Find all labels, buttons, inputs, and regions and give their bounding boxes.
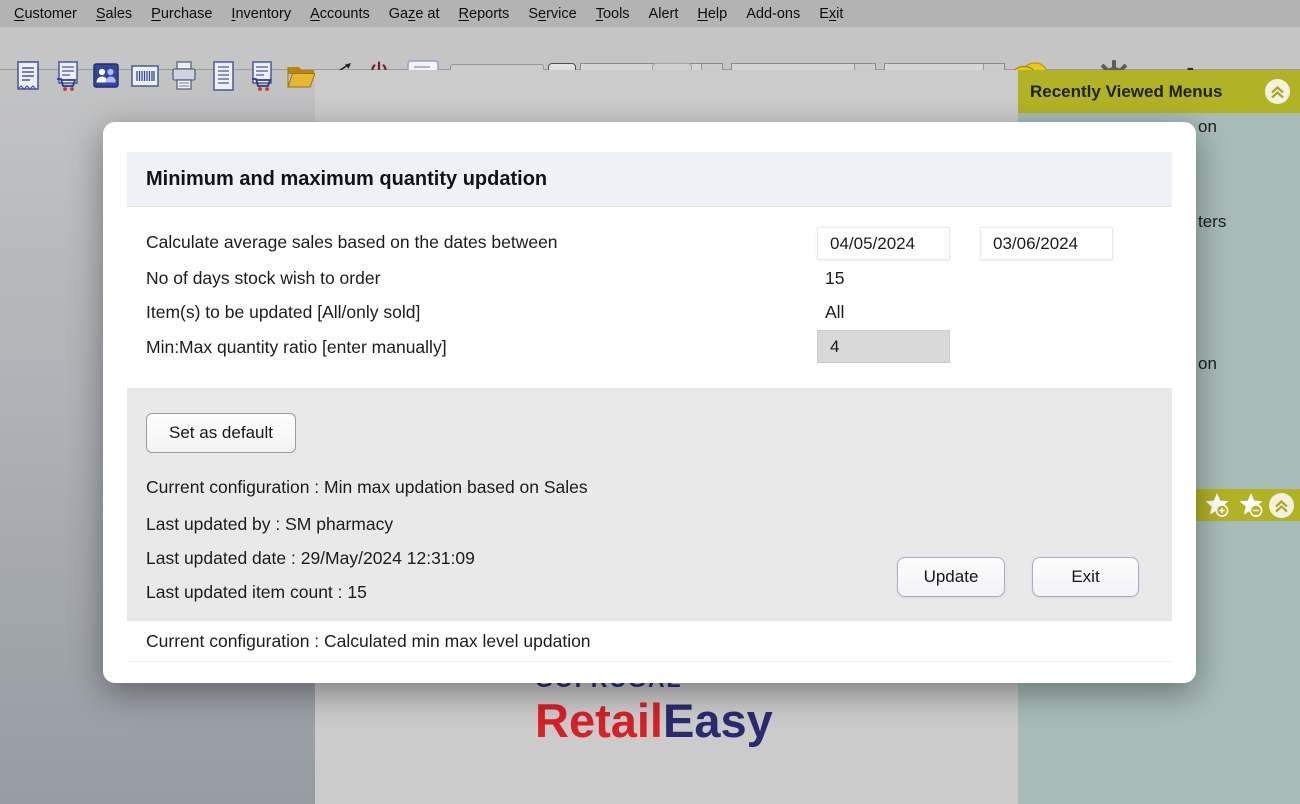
retaileasy-wordmark: RetailEasy [535,695,773,747]
dialog-title: Minimum and maximum quantity updation [146,168,547,191]
menu-reports[interactable]: Reports [459,6,510,22]
menu-customer[interactable]: Customer [14,6,77,22]
menu-help[interactable]: Help [697,6,727,22]
bill-icon[interactable] [10,58,46,94]
to-date-field[interactable]: 03/06/2024 [980,227,1113,260]
dialog-footer: Current configuration : Calculated min m… [127,620,1172,662]
from-date-field[interactable]: 04/05/2024 [817,227,950,260]
last-updated-by-line: Last updated by : SM pharmacy [146,514,393,535]
list-icon[interactable] [205,58,241,94]
menubar: Customer Sales Purchase Inventory Accoun… [0,0,1300,27]
menu-service[interactable]: Service [528,6,576,22]
add-favorite-icon[interactable] [1203,492,1231,524]
app-window: Customer Sales Purchase Inventory Accoun… [0,0,1300,804]
menu-sales[interactable]: Sales [96,6,132,22]
purchase-cart-icon[interactable] [244,58,280,94]
menu-alert[interactable]: Alert [649,6,679,22]
last-updated-count-line: Last updated item count : 15 [146,582,367,603]
toolbar: EXIT Go SM Pharmacy Main Division Chenna… [0,27,1300,70]
menu-tools[interactable]: Tools [596,6,630,22]
min-max-quantity-dialog: Minimum and maximum quantity updation Ca… [103,122,1196,683]
menu-purchase[interactable]: Purchase [151,6,212,22]
current-config-line: Current configuration : Min max updation… [146,477,588,498]
barcode-icon[interactable] [127,58,163,94]
ratio-label: Min:Max quantity ratio [enter manually] [146,337,447,358]
folder-icon[interactable] [283,58,319,94]
remove-favorite-icon[interactable] [1237,492,1265,524]
recent-menu-item[interactable]: on [1198,354,1217,374]
items-updated-label: Item(s) to be updated [All/only sold] [146,302,420,323]
last-updated-date-line: Last updated date : 29/May/2024 12:31:09 [146,548,475,569]
printer-icon[interactable] [166,58,202,94]
recent-menu-item[interactable]: ters [1198,212,1226,232]
days-stock-label: No of days stock wish to order [146,268,380,289]
update-button[interactable]: Update [897,557,1005,597]
menu-exit[interactable]: Exit [819,6,843,22]
sales-cart-icon[interactable] [49,58,85,94]
exit-button[interactable]: Exit [1032,557,1139,597]
customers-icon[interactable] [88,58,124,94]
menu-add-ons[interactable]: Add-ons [746,6,800,22]
ratio-input[interactable] [817,330,950,363]
menu-inventory[interactable]: Inventory [231,6,291,22]
set-default-button[interactable]: Set as default [146,413,296,453]
days-stock-value[interactable]: 15 [825,268,844,289]
recent-menu-item[interactable]: on [1198,117,1217,137]
recently-viewed-header: Recently Viewed Menus [1018,70,1300,113]
dialog-titlebar: Minimum and maximum quantity updation [127,152,1172,207]
menu-accounts[interactable]: Accounts [310,6,370,22]
recently-viewed-title: Recently Viewed Menus [1030,82,1222,102]
date-range-label: Calculate average sales based on the dat… [146,232,558,253]
footer-config-line: Current configuration : Calculated min m… [146,631,591,652]
items-updated-value[interactable]: All [825,302,844,323]
menu-gaze-at[interactable]: Gaze at [389,6,440,22]
collapse-favorites-icon[interactable] [1268,492,1295,524]
collapse-panel-icon[interactable] [1264,78,1291,110]
